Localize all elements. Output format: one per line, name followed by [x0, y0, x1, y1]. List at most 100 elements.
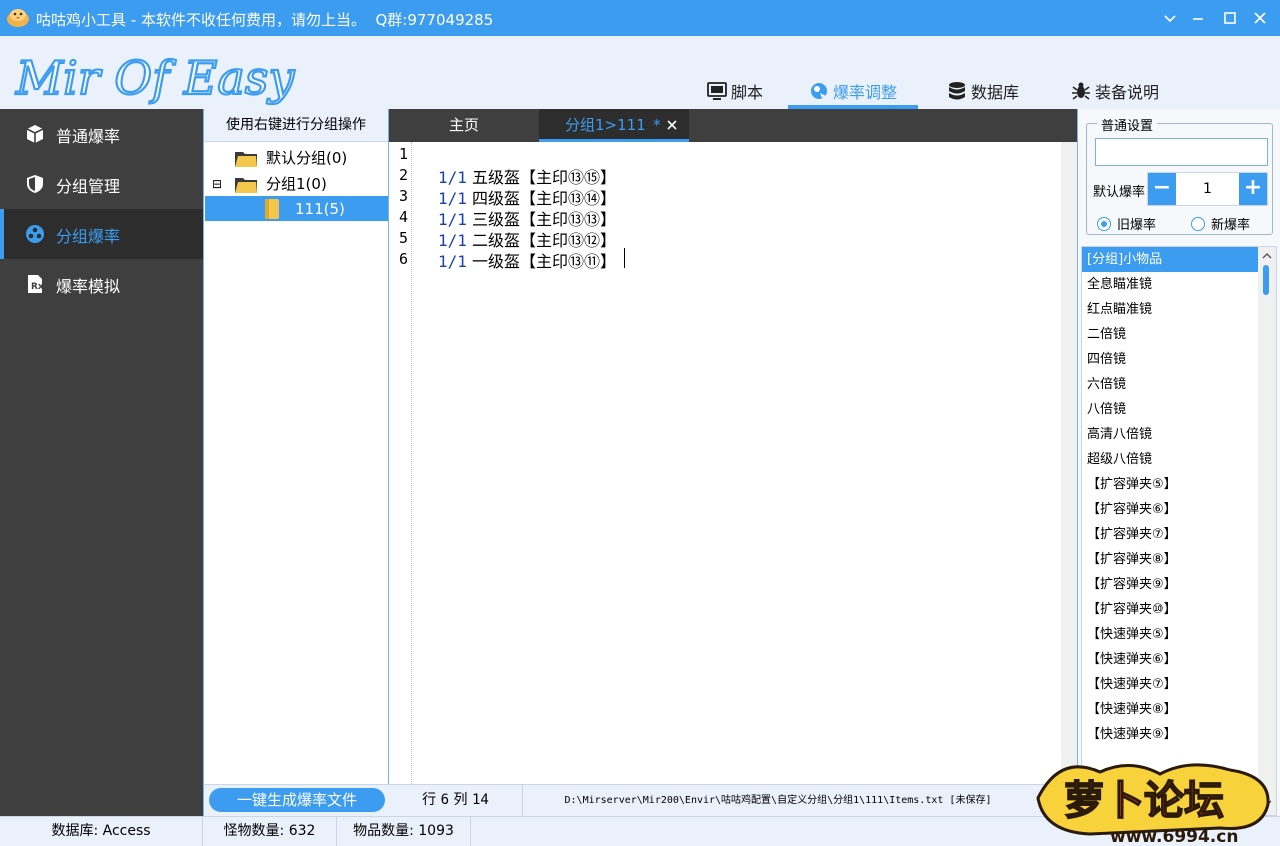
code-editor[interactable]: 1 2 3 4 5 6 1/1 五级盔【主印⑬⑮】 1/1 四级盔【主印⑬⑭】 …: [389, 142, 1077, 784]
nav-item-group-rate[interactable]: 分组爆率: [0, 209, 203, 259]
item-count: 物品数量: 1093: [337, 817, 471, 846]
line-number: 3: [399, 187, 409, 205]
editor-tab-label: 主页: [448, 116, 479, 134]
svg-text:萝卜论坛: 萝卜论坛: [1064, 778, 1224, 824]
list-item[interactable]: 四倍镜: [1082, 347, 1258, 372]
tab-equipment-info[interactable]: 装备说明: [1060, 72, 1170, 109]
nav-item-label: 分组爆率: [56, 227, 121, 246]
app-logo: Mir Of Easy: [14, 50, 296, 106]
nav-item-normal-rate[interactable]: 普通爆率: [0, 109, 203, 159]
monitor-icon: [707, 81, 727, 100]
default-rate-stepper[interactable]: − 1 +: [1147, 172, 1268, 206]
tab-script[interactable]: 脚本: [690, 72, 780, 109]
scroll-up-icon[interactable]: [1261, 250, 1273, 262]
database-icon: [948, 81, 965, 99]
tree-node-group1[interactable]: 分组1(0): [234, 171, 327, 196]
list-item[interactable]: 六倍镜: [1082, 372, 1258, 397]
list-item[interactable]: 【扩容弹夹⑩】: [1082, 597, 1258, 622]
list-item[interactable]: 【快速弹夹⑥】: [1082, 647, 1258, 672]
tree-header[interactable]: 使用右键进行分组操作: [204, 109, 388, 142]
list-item[interactable]: 全息瞄准镜: [1082, 272, 1258, 297]
line-number: 6: [399, 250, 409, 268]
settings-legend: 普通设置: [1097, 115, 1158, 134]
cube-icon: [26, 125, 44, 143]
minimize-window-button[interactable]: [1186, 6, 1210, 30]
list-item[interactable]: 八倍镜: [1082, 397, 1258, 422]
list-item[interactable]: 【扩容弹夹⑨】: [1082, 572, 1258, 597]
tab-database[interactable]: 数据库: [938, 72, 1028, 109]
svg-text:Rx: Rx: [31, 282, 44, 292]
col-label: 列: [453, 792, 468, 808]
list-item[interactable]: 【扩容弹夹⑧】: [1082, 547, 1258, 572]
tree-node-111[interactable]: 111(5): [205, 196, 388, 221]
text-caret: [624, 248, 625, 268]
list-item[interactable]: 【扩容弹夹⑦】: [1082, 522, 1258, 547]
svg-text:www.6994.cn: www.6994.cn: [1110, 827, 1238, 846]
maximize-icon: [1224, 12, 1236, 24]
default-rate-value[interactable]: 1: [1176, 173, 1239, 205]
maximize-button[interactable]: [1218, 6, 1242, 30]
nav-item-group-manage[interactable]: 分组管理: [0, 159, 203, 209]
scroll-thumb[interactable]: [1263, 265, 1269, 295]
list-item[interactable]: 【快速弹夹⑧】: [1082, 697, 1258, 722]
line-number: 4: [399, 208, 409, 226]
generate-area: 一键生成爆率文件: [203, 784, 389, 816]
nav-item-rate-sim[interactable]: Rx 爆率模拟: [0, 259, 203, 309]
row-label: 行: [422, 792, 437, 808]
editor-scrollbar[interactable]: [1061, 142, 1077, 784]
header: Mir Of Easy 脚本 爆率调整 数据库 装备说明: [0, 36, 1280, 109]
settings-input[interactable]: [1095, 138, 1268, 166]
editor-tab-label: 分组1>111: [565, 116, 646, 134]
radio-new-rate[interactable]: 新爆率: [1191, 214, 1250, 233]
editor-tab-home[interactable]: 主页: [389, 109, 539, 142]
list-item[interactable]: 【快速弹夹⑤】: [1082, 622, 1258, 647]
list-item[interactable]: 高清八倍镜: [1082, 422, 1258, 447]
list-item[interactable]: 【扩容弹夹⑥】: [1082, 497, 1258, 522]
close-icon[interactable]: [666, 119, 678, 131]
right-panel: 普通设置 默认爆率 − 1 + 旧爆率 新爆率 [分组]小物品 全息瞄准镜 红点…: [1077, 109, 1280, 816]
tab-drop-rate-label: 爆率调整: [832, 82, 897, 102]
tab-drop-rate[interactable]: 爆率调整: [788, 72, 918, 109]
code-line: 1/1 一级盔【主印⑬⑪】: [438, 248, 616, 272]
generate-rate-file-button[interactable]: 一键生成爆率文件: [209, 788, 385, 812]
chevron-down-icon: [1164, 15, 1176, 23]
editor-status-bar: 行 6 列 14 D:\Mirserver\Mir200\Envir\咕咕鸡配置…: [389, 784, 1077, 816]
radio-dot: [1097, 216, 1111, 231]
list-item[interactable]: 超级八倍镜: [1082, 447, 1258, 472]
col-value: 14: [471, 792, 489, 808]
tree-node-default-group[interactable]: 默认分组(0): [234, 145, 347, 170]
list-item[interactable]: 红点瞄准镜: [1082, 297, 1258, 322]
list-item[interactable]: [分组]小物品: [1082, 247, 1258, 272]
list-item[interactable]: 【快速弹夹⑨】: [1082, 722, 1258, 747]
tree-node-label: 111(5): [295, 199, 345, 218]
list-item[interactable]: 【快速弹夹⑦】: [1082, 672, 1258, 697]
increment-button[interactable]: +: [1239, 173, 1267, 205]
forum-watermark: 萝卜论坛 www.6994.cn: [1036, 763, 1270, 846]
modified-indicator: *: [653, 116, 661, 134]
list-item[interactable]: 二倍镜: [1082, 322, 1258, 347]
list-scrollbar[interactable]: [1258, 247, 1276, 815]
nav-item-label: 分组管理: [56, 177, 121, 196]
decrement-button[interactable]: −: [1148, 173, 1176, 205]
list-item[interactable]: 【扩容弹夹⑤】: [1082, 472, 1258, 497]
tab-script-label: 脚本: [730, 82, 763, 102]
close-button[interactable]: [1248, 6, 1272, 30]
tree-expander[interactable]: ⊟: [212, 171, 222, 196]
line-number: 2: [399, 166, 409, 184]
editor-tab-group1-111[interactable]: 分组1>111 *: [539, 109, 689, 142]
chick-icon: [7, 9, 29, 27]
line-number-gutter: 1 2 3 4 5 6: [389, 142, 412, 784]
cursor-position: 行 6 列 14: [389, 785, 523, 816]
cluster-icon: [26, 225, 44, 243]
minimize-button[interactable]: [1158, 6, 1182, 30]
line-number: 1: [399, 145, 409, 163]
radio-dot: [1191, 216, 1205, 231]
left-nav: 普通爆率 分组管理 分组爆率 Rx 爆率模拟: [0, 109, 203, 816]
radio-label: 新爆率: [1211, 218, 1251, 233]
radio-label: 旧爆率: [1117, 218, 1157, 233]
radio-old-rate[interactable]: 旧爆率: [1097, 214, 1156, 233]
nav-item-label: 爆率模拟: [56, 277, 121, 296]
folder-icon: [235, 151, 257, 167]
svg-text:Mir Of Easy: Mir Of Easy: [15, 51, 295, 105]
database-type: 数据库: Access: [0, 817, 203, 846]
